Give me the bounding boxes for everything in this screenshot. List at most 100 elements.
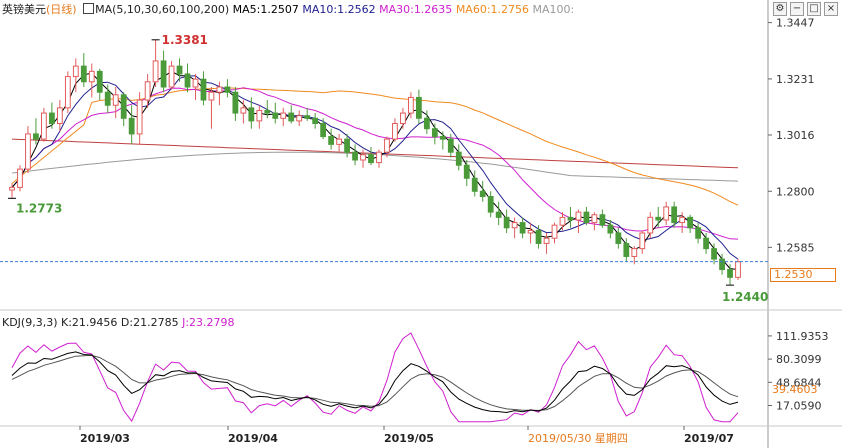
kdj-tick-label: 17.0590 <box>776 399 822 412</box>
kdj-label: KDJ(9,3,3) <box>2 316 58 329</box>
candle-body <box>280 112 287 119</box>
candle-body <box>711 248 717 260</box>
price-tick-label: 1.3447 <box>776 17 815 30</box>
candle-body <box>160 60 167 88</box>
candle-body <box>120 94 127 119</box>
kdj-header: KDJ(9,3,3) K:21.9456 D:21.2785 J:23.2798 <box>2 316 235 330</box>
candle-body <box>336 138 342 145</box>
kdj-j-value: J:23.2798 <box>182 316 235 329</box>
candle-body <box>567 216 574 221</box>
candle-body <box>607 224 614 234</box>
candle-body <box>176 65 183 75</box>
candle-body <box>591 214 598 224</box>
candle-body <box>136 99 143 135</box>
candle-body <box>192 78 199 88</box>
kdj-d-line <box>11 354 739 411</box>
candle-body <box>559 216 566 226</box>
candle-body <box>240 107 247 114</box>
candle-body <box>104 91 111 106</box>
recent-low-annotation: 1.2440 <box>722 290 768 304</box>
candle-body <box>296 115 303 122</box>
candle-body <box>639 232 646 250</box>
candle-body <box>88 70 95 83</box>
candle-body <box>384 138 390 153</box>
candle-body <box>360 154 366 161</box>
kdj-k-value: K:21.9456 <box>61 316 118 329</box>
candle-body <box>655 216 662 221</box>
candle-body <box>535 229 542 244</box>
candle-body <box>64 76 71 109</box>
candle-body <box>400 112 406 124</box>
candle-body <box>128 117 135 135</box>
candle-body <box>56 107 63 124</box>
candle-body <box>719 258 725 271</box>
candle-body <box>527 229 534 234</box>
current-price-tag: 1.2530 <box>770 268 836 282</box>
high-annotation: 1.3381 <box>162 33 208 47</box>
candle-body <box>25 133 31 170</box>
candle-body <box>48 112 55 124</box>
candle-body <box>41 112 47 140</box>
candle-body <box>328 136 335 145</box>
kdj-tick-label: 80.3099 <box>776 353 822 366</box>
candle-body <box>272 112 279 119</box>
candle-body <box>256 109 263 122</box>
candle-body <box>631 248 638 257</box>
candle-body <box>695 227 702 239</box>
candle-body <box>687 216 694 229</box>
candle-body <box>735 261 741 278</box>
price-tick-label: 1.2800 <box>776 185 815 198</box>
candle-body <box>312 117 319 124</box>
candle-body <box>543 237 550 244</box>
candle-body <box>72 65 79 78</box>
price-chart[interactable]: 1.3447 1.3231 1.3016 1.2800 1.2585 1.3381 1.27… <box>0 0 842 448</box>
candle-body <box>288 112 295 122</box>
candle-body <box>200 78 207 101</box>
candle-body <box>408 96 414 114</box>
candle-body <box>703 237 709 250</box>
candle-body <box>392 123 398 140</box>
candle-body <box>344 138 350 153</box>
candle-body <box>663 206 670 221</box>
x-tick-label: 2019/05 <box>384 432 434 445</box>
kdj-d-value: D:21.2785 <box>120 316 179 329</box>
ma200-line <box>11 138 739 169</box>
candle-body <box>471 177 478 192</box>
candle-body <box>168 65 175 88</box>
candle-body <box>232 91 239 114</box>
candle-body <box>224 86 231 93</box>
x-tick-label: 2019/07 <box>684 432 734 445</box>
candle-body <box>368 154 374 164</box>
candle-body <box>352 151 358 161</box>
candle-body <box>647 216 654 234</box>
candle-body <box>679 216 686 224</box>
candle-body <box>112 94 119 106</box>
candle-body <box>479 190 486 198</box>
candle-body <box>671 206 678 224</box>
x-tick-label: 2019/05/30 星期四 <box>528 432 628 445</box>
candle-body <box>264 109 271 114</box>
candle-body <box>423 117 430 130</box>
candle-body <box>623 242 630 257</box>
candle-body <box>447 138 454 153</box>
candle-body <box>551 224 558 239</box>
candle-body <box>599 214 606 226</box>
candle-body <box>511 222 518 229</box>
candle-body <box>439 136 446 140</box>
chart-window: 英镑美元(日线) MA(5,10,30,60,100,200) MA5:1.25… <box>0 0 842 448</box>
x-tick-label: 2019/04 <box>228 432 278 445</box>
candle-body <box>304 115 311 119</box>
kdj-current-value: 39.4603 <box>772 383 818 396</box>
candle-body <box>503 216 510 229</box>
candle-body <box>575 211 582 221</box>
candle-body <box>455 151 462 166</box>
kdj-j-line <box>11 332 739 423</box>
candle-body <box>184 73 191 88</box>
candle-body <box>9 186 15 191</box>
candle-body <box>487 196 494 213</box>
candle-body <box>583 211 590 224</box>
candle-body <box>320 123 327 138</box>
candle-body <box>33 133 39 140</box>
candle-body <box>376 151 382 164</box>
candle-body <box>615 232 622 244</box>
